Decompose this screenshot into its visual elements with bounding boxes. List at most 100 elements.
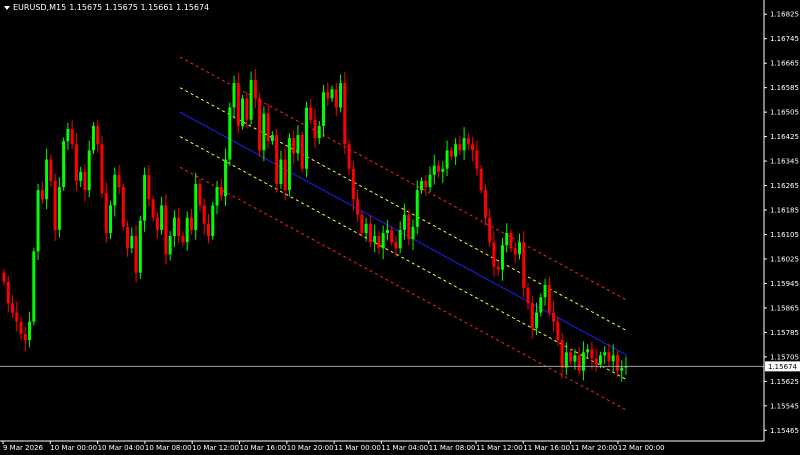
triangle-down-icon[interactable] (4, 5, 10, 10)
candle-bear (19, 321, 23, 334)
candle-bull (241, 98, 245, 126)
candle-bear (556, 321, 560, 341)
candle-bear (275, 135, 279, 185)
candle-bear (181, 236, 185, 243)
x-tick-label: 10 Mar 16:00 (240, 444, 287, 452)
candle-bear (458, 144, 462, 151)
candle-bear (245, 98, 249, 120)
candle-bear (594, 358, 598, 365)
candle-bull (172, 217, 176, 237)
x-tick-label: 10 Mar 08:00 (145, 444, 192, 452)
bid-line: 1.15674 (0, 361, 800, 372)
candle-bull (573, 355, 577, 362)
candle-bear (6, 281, 10, 304)
candle-bear (390, 229, 394, 243)
channel-lower-inner (179, 136, 628, 381)
candle-bear (283, 159, 287, 191)
candle-bull (586, 349, 590, 353)
candle-bear (590, 349, 594, 359)
price-tag-label: 1.15674 (768, 363, 797, 371)
y-tick-label: 1.15625 (770, 378, 799, 386)
candle-bull (385, 229, 389, 233)
candle-bear (23, 333, 27, 341)
candle-bull (620, 367, 624, 371)
x-tick-label: 11 Mar 08:00 (429, 444, 476, 452)
candle-bull (28, 321, 32, 341)
candle-bear (479, 168, 483, 191)
candle-bear (577, 355, 581, 371)
chart-header: EURUSD,M15 1.15675 1.15675 1.15661 1.156… (4, 3, 209, 12)
candle-bear (351, 168, 355, 200)
candle-bear (151, 199, 155, 218)
candle-bear (449, 150, 453, 157)
candle-bear (219, 187, 223, 197)
candle-bull (87, 150, 91, 191)
y-tick-label: 1.16505 (770, 109, 799, 117)
candle-bear (552, 312, 556, 322)
x-tick-label: 11 Mar 12:00 (476, 444, 523, 452)
candle-bull (517, 242, 521, 255)
x-tick-label: 11 Mar 04:00 (381, 444, 428, 452)
candle-bull (296, 135, 300, 154)
candle-bear (309, 107, 313, 120)
candle-bear (53, 180, 57, 230)
candle-bear (347, 144, 351, 169)
candle-bull (339, 83, 343, 108)
candle-bear (2, 272, 6, 282)
candle-bull (373, 236, 377, 243)
candle-bear (356, 199, 360, 215)
candle-bear (134, 236, 138, 273)
y-tick-label: 1.16825 (770, 11, 799, 19)
candle-bear (155, 217, 159, 230)
candle-bear (607, 352, 611, 362)
x-tick-label: 10 Mar 20:00 (287, 444, 334, 452)
candle-bear (177, 217, 181, 237)
candle-bear (40, 190, 44, 200)
candle-bear (394, 242, 398, 249)
y-tick-label: 1.15865 (770, 304, 799, 312)
candle-bull (420, 180, 424, 191)
candle-bull (500, 245, 504, 270)
candle-bear (488, 217, 492, 243)
candle-bear (526, 288, 530, 304)
candle-bull (381, 232, 385, 249)
candle-bear (343, 83, 347, 145)
price-chart[interactable]: 1.15674 1.168251.167451.166651.165851.16… (0, 0, 800, 455)
candle-bear (49, 159, 53, 181)
candle-bear (206, 223, 210, 237)
candle-bull (109, 205, 113, 233)
candle-bull (411, 226, 415, 240)
candle-bear (530, 303, 534, 328)
candle-bear (236, 83, 240, 126)
candle-bull (57, 187, 61, 230)
candle-bull (462, 138, 466, 151)
candle-bull (185, 217, 189, 243)
x-tick-label: 12 Mar 00:00 (618, 444, 665, 452)
candle-bull (168, 236, 172, 255)
candle-bear (475, 150, 479, 169)
candle-bear (189, 217, 193, 230)
candle-bull (279, 159, 283, 185)
candle-bull (304, 107, 308, 169)
candle-bear (437, 165, 441, 172)
candle-bull (322, 92, 326, 126)
candle-bear (492, 242, 496, 267)
candle-bull (317, 125, 321, 139)
candle-bull (215, 187, 219, 206)
candle-bear (334, 89, 338, 108)
candle-bull (581, 352, 585, 371)
candle-bear (569, 352, 573, 362)
candle-bear (202, 205, 206, 224)
candle-bull (32, 251, 36, 322)
candle-bear (326, 92, 330, 99)
candle-bear (547, 284, 551, 313)
candle-bull (505, 232, 509, 246)
candle-bull (428, 174, 432, 188)
candle-bear (121, 187, 125, 227)
y-tick-label: 1.16665 (770, 60, 799, 68)
candle-bull (232, 83, 236, 108)
candle-bear (15, 312, 19, 322)
candle-bull (432, 165, 436, 175)
candle-bear (164, 205, 168, 255)
x-tick-label: 11 Mar 00:00 (334, 444, 381, 452)
